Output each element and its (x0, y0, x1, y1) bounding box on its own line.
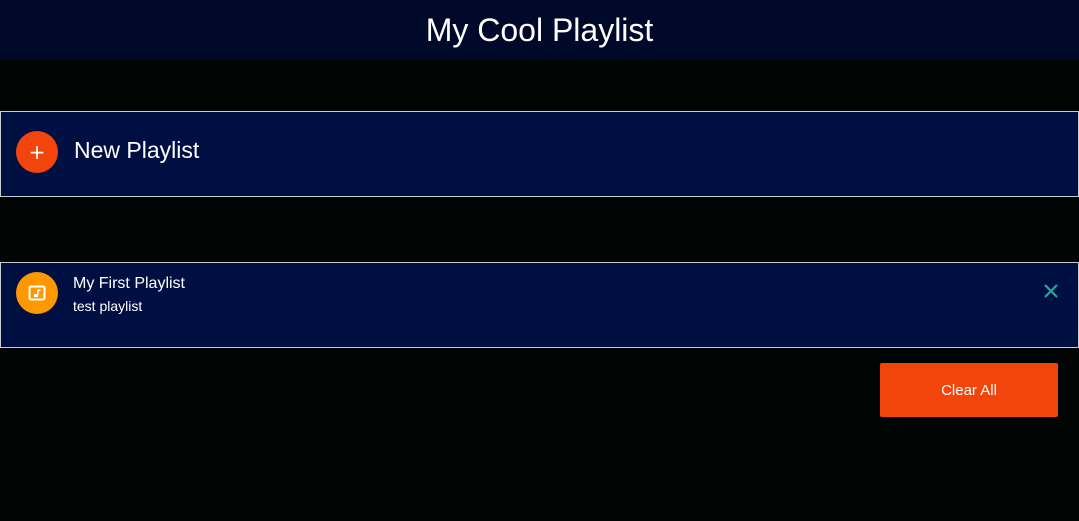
close-icon[interactable] (1043, 283, 1059, 299)
add-playlist-button[interactable]: + (16, 131, 58, 173)
playlist-title: My First Playlist (73, 275, 185, 292)
music-note-icon (28, 285, 46, 301)
playlist-item[interactable]: My First Playlist test playlist (0, 262, 1079, 348)
page-title: My Cool Playlist (425, 11, 654, 48)
playlist-description: test playlist (73, 298, 143, 314)
plus-icon: + (28, 140, 46, 164)
app-header: My Cool Playlist (0, 0, 1079, 60)
new-playlist-label: New Playlist (74, 137, 200, 163)
clear-all-button[interactable]: Clear All (880, 363, 1058, 417)
new-playlist-card[interactable]: + New Playlist (0, 111, 1079, 197)
playlist-avatar (16, 272, 58, 314)
